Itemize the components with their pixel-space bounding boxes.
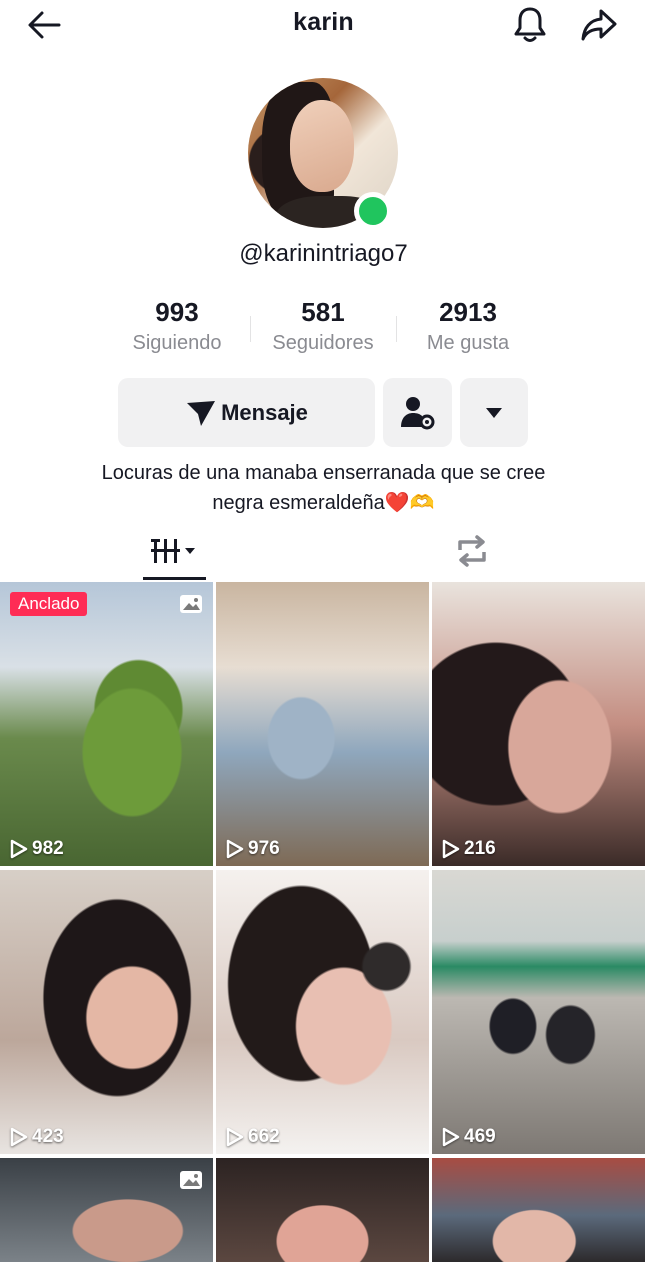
stat-likes[interactable]: 2913 Me gusta: [393, 296, 543, 355]
notifications-button[interactable]: [508, 4, 552, 46]
play-icon: [226, 839, 244, 859]
send-icon: [187, 400, 216, 426]
heart-hands-emoji: 🫶: [409, 492, 435, 514]
repost-icon: [458, 535, 486, 567]
stat-label: Siguiendo: [132, 332, 222, 354]
view-count-value: 982: [32, 838, 64, 859]
view-count: 976: [226, 838, 280, 860]
video-tile[interactable]: Anclado 982: [0, 582, 213, 866]
bio-line-1: Locuras de una manaba enserranada que se…: [101, 462, 546, 484]
video-tile[interactable]: 662: [216, 870, 429, 1154]
play-icon: [10, 1127, 28, 1147]
profile-bio: Locuras de una manaba enserranada que se…: [40, 458, 607, 518]
bio-text: negra esmeraldeña: [212, 492, 385, 514]
view-count: 216: [442, 838, 496, 860]
view-count: 469: [442, 1126, 496, 1148]
grid-bars-icon: [150, 539, 195, 563]
view-count: 423: [10, 1126, 64, 1148]
video-tile[interactable]: 976: [216, 582, 429, 866]
caret-down-icon: [486, 407, 502, 418]
active-tab-indicator: [143, 577, 206, 580]
top-bar: karin: [0, 0, 647, 50]
photo-icon: [180, 595, 202, 613]
photo-icon: [180, 1171, 202, 1189]
video-tile[interactable]: [0, 1158, 213, 1262]
video-tile[interactable]: 216: [432, 582, 645, 866]
video-tile[interactable]: [432, 1158, 645, 1262]
share-button[interactable]: [576, 4, 622, 46]
video-tile[interactable]: [216, 1158, 429, 1262]
bio-line-2: negra esmeraldeña❤️🫶: [40, 488, 607, 518]
tab-reposts[interactable]: [440, 522, 504, 580]
tab-videos[interactable]: [143, 522, 206, 580]
view-count: 662: [226, 1126, 280, 1148]
bell-icon: [514, 7, 546, 42]
online-status-dot: [354, 192, 392, 230]
person-gear-icon: [400, 396, 434, 429]
view-count-value: 976: [248, 838, 280, 859]
profile-handle: @karinintriago7: [239, 240, 408, 267]
play-icon: [442, 1127, 460, 1147]
play-icon: [442, 839, 460, 859]
heart-emoji: ❤️: [384, 492, 410, 514]
play-icon: [10, 839, 28, 859]
video-tile[interactable]: 469: [432, 870, 645, 1154]
view-count-value: 662: [248, 1126, 280, 1147]
stat-following[interactable]: 993 Siguiendo: [102, 296, 252, 355]
avatar-face: [290, 100, 354, 192]
more-options-button[interactable]: [460, 378, 528, 447]
stat-label: Me gusta: [426, 332, 510, 354]
pinned-badge: Anclado: [10, 592, 88, 616]
stat-followers[interactable]: 581 Seguidores: [248, 296, 398, 355]
video-tile[interactable]: 423: [0, 870, 213, 1154]
view-count-value: 423: [32, 1126, 64, 1147]
stat-value: 2913: [439, 297, 497, 327]
view-count-value: 216: [464, 838, 496, 859]
stat-value: 993: [155, 297, 199, 327]
stat-label: Seguidores: [272, 332, 374, 354]
message-button-label: Mensaje: [221, 399, 308, 425]
share-icon: [581, 9, 617, 41]
view-count: 982: [10, 838, 64, 860]
message-button[interactable]: Mensaje: [118, 378, 375, 447]
play-icon: [226, 1127, 244, 1147]
view-count-value: 469: [464, 1126, 496, 1147]
follow-settings-button[interactable]: [383, 378, 452, 447]
stat-value: 581: [301, 297, 345, 327]
